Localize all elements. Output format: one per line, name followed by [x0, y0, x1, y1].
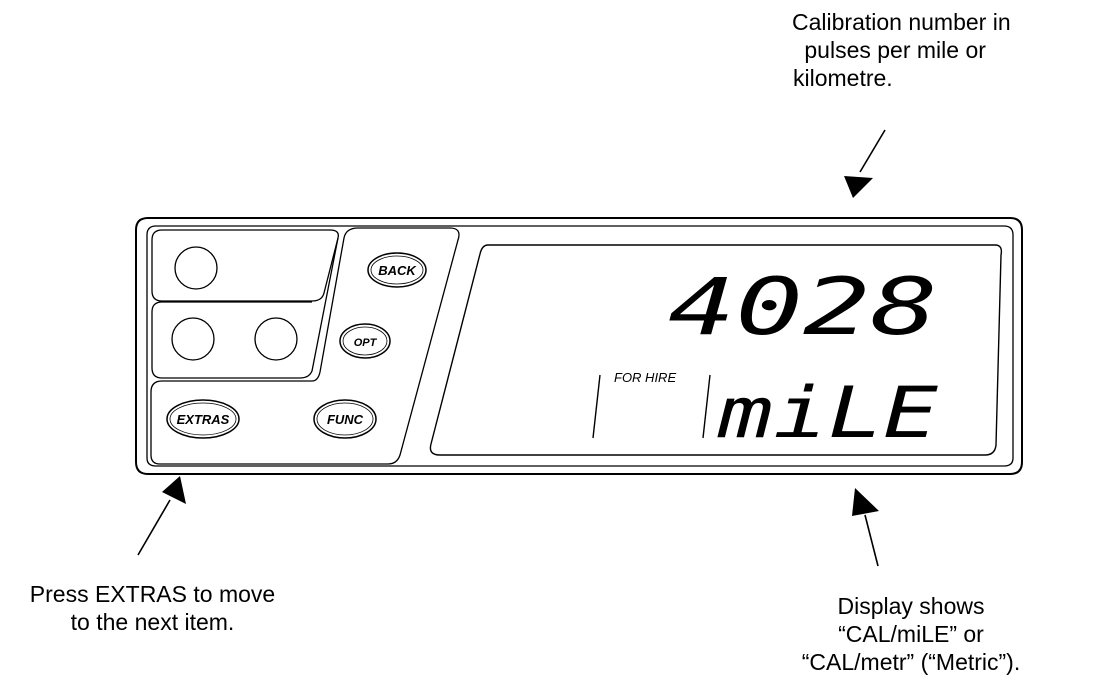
extras-button-label: EXTRAS	[177, 412, 230, 427]
lcd-status-label: FOR HIRE	[614, 370, 676, 385]
extras-arrow	[137, 476, 186, 556]
lcd-bottom-value: miLE	[717, 372, 938, 454]
lcd-top-value: 4028	[668, 263, 938, 353]
opt-button-label: OPT	[354, 337, 378, 349]
button-middle-left[interactable]	[171, 317, 215, 361]
extras-button[interactable]: EXTRAS	[166, 399, 240, 439]
button-top-left[interactable]	[174, 246, 218, 290]
back-button-label: BACK	[378, 263, 417, 278]
display-arrow	[852, 488, 879, 567]
back-button[interactable]: BACK	[367, 252, 427, 288]
taximeter-diagram: BACK OPT EXTRAS FUNC 4028 FOR HIRE miLE	[135, 129, 1023, 567]
lcd-separator-right	[702, 374, 711, 439]
lcd-separator-left	[592, 374, 601, 439]
calibration-arrow	[844, 129, 886, 198]
opt-button[interactable]: OPT	[339, 323, 391, 359]
func-button-label: FUNC	[327, 412, 364, 427]
func-button[interactable]: FUNC	[313, 399, 377, 439]
button-middle-right[interactable]	[254, 317, 298, 361]
